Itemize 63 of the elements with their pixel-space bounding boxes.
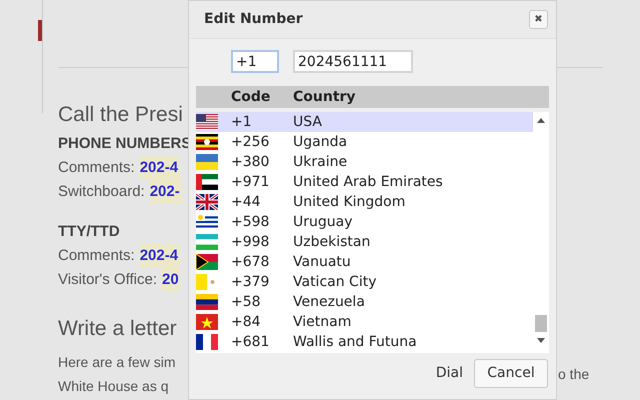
dial-button[interactable]: Dial bbox=[432, 363, 466, 384]
phone-link[interactable]: 202-4 bbox=[138, 156, 180, 180]
country-name: Uruguay bbox=[293, 212, 352, 232]
close-button[interactable]: ✖ bbox=[529, 10, 548, 29]
dialog-title: Edit Number bbox=[204, 10, 303, 29]
flag-icon bbox=[196, 174, 218, 190]
code-field[interactable]: +1 bbox=[231, 50, 279, 73]
flag-icon bbox=[196, 154, 218, 170]
country-code: +58 bbox=[231, 292, 262, 312]
scroll-down-icon[interactable] bbox=[537, 338, 545, 343]
phone-link[interactable]: 202-4 bbox=[138, 244, 180, 268]
number-field[interactable]: 2024561111 bbox=[293, 50, 413, 73]
country-name: USA bbox=[293, 112, 322, 132]
paragraph-line: White House as q bbox=[58, 377, 170, 396]
flag-icon bbox=[196, 214, 218, 230]
country-code: +256 bbox=[231, 132, 270, 152]
section-heading: Write a letter bbox=[58, 316, 178, 342]
cancel-button[interactable]: Cancel bbox=[474, 359, 548, 388]
country-name: Uganda bbox=[293, 132, 348, 152]
country-code: +681 bbox=[231, 332, 270, 352]
scroll-thumb[interactable] bbox=[535, 315, 547, 332]
contact-label: Visitor's Office: bbox=[58, 270, 158, 290]
flag-icon bbox=[196, 194, 218, 210]
contact-label: Comments: bbox=[58, 246, 135, 266]
country-code: +44 bbox=[231, 192, 262, 212]
country-name: Uzbekistan bbox=[293, 232, 370, 252]
phone-link[interactable]: 20 bbox=[161, 268, 180, 292]
country-name: United Arab Emirates bbox=[293, 172, 443, 192]
contact-label: Switchboard: bbox=[58, 182, 145, 202]
country-name: Vietnam bbox=[293, 312, 352, 332]
flag-icon bbox=[196, 294, 218, 310]
country-code: +84 bbox=[231, 312, 262, 332]
column-header[interactable]: Country bbox=[293, 86, 356, 108]
scroll-up-icon[interactable] bbox=[537, 118, 545, 123]
column-header[interactable]: Code bbox=[231, 86, 293, 108]
flag-icon bbox=[196, 334, 218, 350]
country-name: Vanuatu bbox=[293, 252, 351, 272]
flag-icon bbox=[196, 114, 218, 130]
flag-icon bbox=[196, 134, 218, 150]
country-name: Ukraine bbox=[293, 152, 348, 172]
country-code: +379 bbox=[231, 272, 270, 292]
section-title: TTY/TTD bbox=[58, 222, 121, 242]
country-name: United Kingdom bbox=[293, 192, 406, 212]
contact-label: Comments: bbox=[58, 158, 135, 178]
country-name: Vatican City bbox=[293, 272, 376, 292]
country-code: +678 bbox=[231, 252, 270, 272]
country-row[interactable]: +1 USA bbox=[196, 112, 533, 132]
section-heading: Call the Presi bbox=[58, 102, 184, 128]
country-code: +380 bbox=[231, 152, 270, 172]
country-code: +998 bbox=[231, 232, 270, 252]
section-title: PHONE NUMBERS bbox=[58, 134, 190, 154]
flag-icon bbox=[196, 234, 218, 250]
accent-bar bbox=[38, 20, 42, 41]
paragraph-line: Here are a few sim bbox=[58, 353, 176, 372]
country-code: +971 bbox=[231, 172, 270, 192]
paragraph-line: o the bbox=[558, 365, 590, 384]
country-name: Venezuela bbox=[293, 292, 365, 312]
flag-icon bbox=[196, 314, 218, 330]
country-code: +598 bbox=[231, 212, 270, 232]
flag-icon bbox=[196, 254, 218, 270]
phone-link[interactable]: 202- bbox=[148, 180, 181, 204]
country-code: +1 bbox=[231, 112, 253, 132]
country-name: Wallis and Futuna bbox=[293, 332, 417, 352]
